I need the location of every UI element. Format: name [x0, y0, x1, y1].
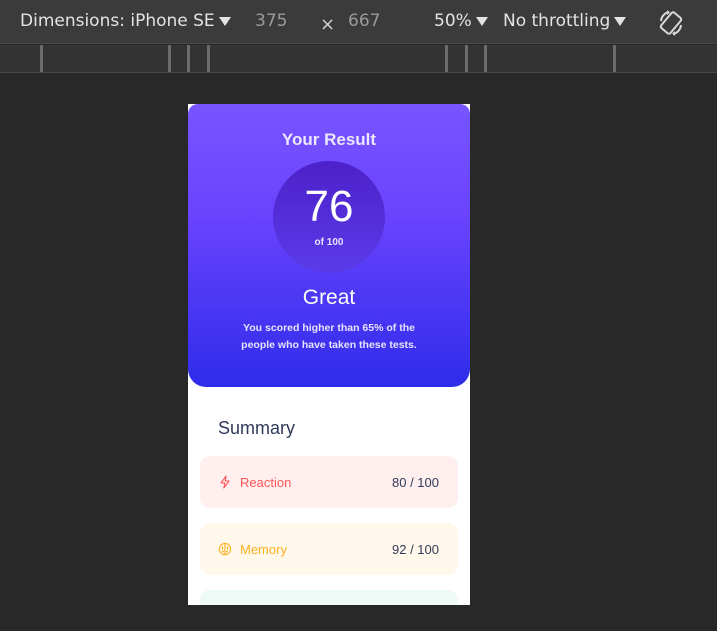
score-circle: 76 of 100: [273, 161, 385, 273]
ruler-mark[interactable]: [40, 45, 43, 72]
throttling-dropdown[interactable]: No throttling: [503, 11, 627, 31]
device-toolbar: Dimensions: iPhone SE 375 × 667 50% No t…: [0, 0, 717, 44]
height-input[interactable]: 667: [348, 11, 380, 31]
ruler-mark[interactable]: [484, 45, 487, 72]
summary-item-memory: Memory 92 / 100: [200, 523, 458, 575]
summary-item-score: 92 / 100: [392, 541, 439, 557]
summary-item-label: Memory: [240, 541, 287, 557]
ruler-mark[interactable]: [445, 45, 448, 72]
lightning-icon: [220, 475, 230, 489]
summary-item-partial: [200, 590, 458, 605]
brain-icon: [218, 542, 232, 556]
result-title: Your Result: [281, 130, 377, 149]
times-separator: ×: [320, 14, 336, 35]
zoom-label: 50%: [434, 11, 472, 31]
summary-item-reaction: Reaction 80 / 100: [200, 456, 458, 508]
zoom-dropdown[interactable]: 50%: [434, 11, 488, 31]
grade-label: Great: [302, 286, 356, 309]
score-value: 76: [304, 182, 354, 231]
width-input[interactable]: 375: [255, 11, 287, 31]
dimensions-label: Dimensions: iPhone SE: [20, 11, 215, 31]
result-card: Your Result 76 of 100 Great You scored h…: [188, 104, 470, 387]
ruler-mark[interactable]: [613, 45, 616, 72]
grade-description: You scored higher than 65% of the people…: [241, 322, 417, 351]
throttling-label: No throttling: [503, 11, 611, 31]
score-total: of 100: [314, 237, 344, 248]
ruler-mark[interactable]: [187, 45, 190, 72]
media-query-ruler: [0, 45, 717, 73]
chevron-down-icon: [475, 17, 488, 26]
dimensions-dropdown[interactable]: Dimensions: iPhone SE: [20, 11, 231, 31]
summary-title: Summary: [218, 418, 296, 438]
summary-item-label: Reaction: [240, 474, 292, 490]
ruler-mark[interactable]: [207, 45, 210, 72]
ruler-mark[interactable]: [168, 45, 171, 72]
ruler-mark[interactable]: [465, 45, 468, 72]
chevron-down-icon: [218, 17, 231, 26]
chevron-down-icon: [614, 17, 627, 26]
device-viewport: Your Result 76 of 100 Great You scored h…: [188, 104, 470, 605]
summary-item-score: 80 / 100: [392, 474, 439, 490]
rotate-icon[interactable]: [656, 8, 686, 38]
